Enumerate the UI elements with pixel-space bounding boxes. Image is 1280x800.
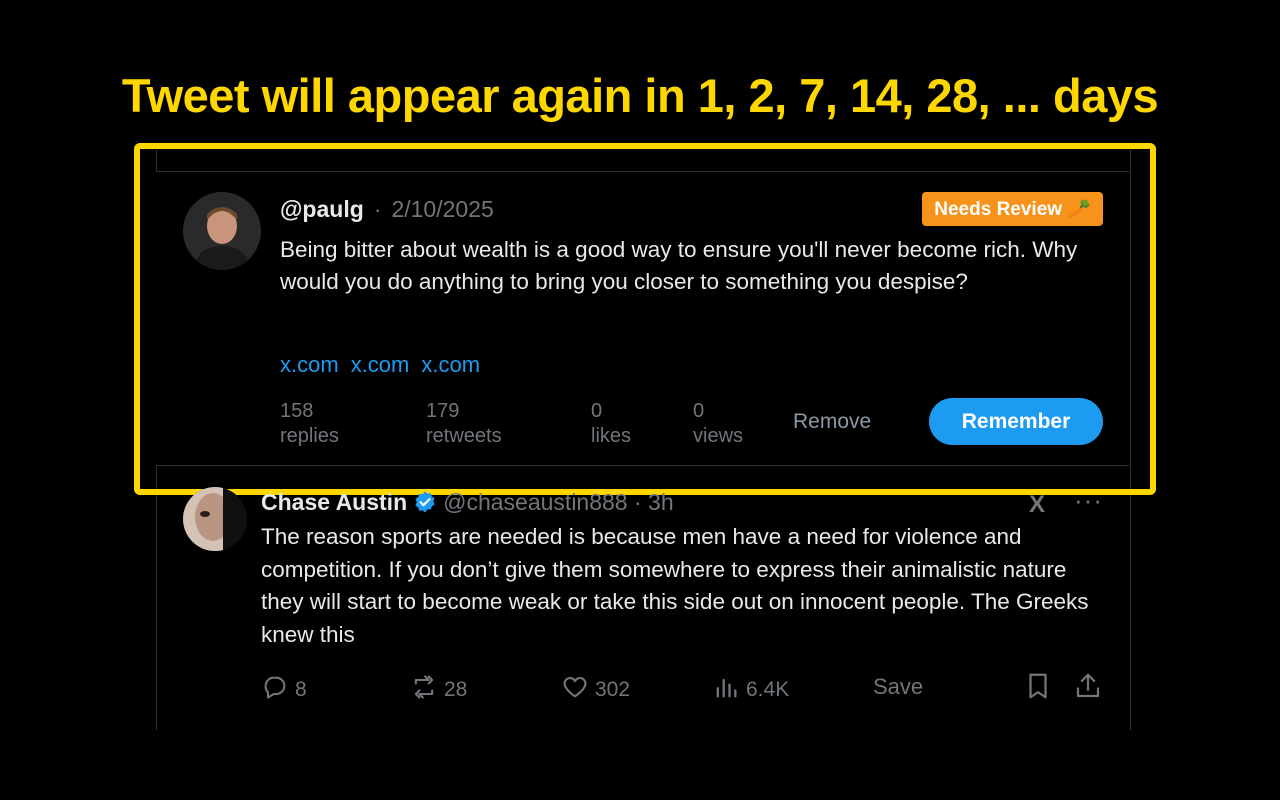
share-icon [1073, 671, 1109, 707]
tweet-header: Chase Austin @chaseaustin888 · 3h [261, 489, 674, 520]
author-name[interactable]: Chase Austin [261, 489, 407, 515]
avatar[interactable] [183, 487, 247, 551]
repost-count: 28 [444, 678, 468, 701]
reply-count: 8 [295, 678, 307, 701]
like-button[interactable]: 302 [561, 673, 630, 707]
views-count: 6.4K [746, 678, 790, 701]
like-count: 302 [595, 678, 631, 701]
bookmark-button[interactable] [1023, 671, 1059, 707]
views-button[interactable]: 6.4K [712, 673, 789, 707]
views-icon [712, 673, 746, 707]
like-icon [561, 673, 595, 707]
tweet-text: The reason sports are needed is because … [261, 524, 1089, 647]
bookmark-icon [1023, 671, 1059, 707]
headline: Tweet will appear again in 1, 2, 7, 14, … [121, 69, 1159, 122]
author-handle[interactable]: @chaseaustin888 [443, 489, 627, 515]
highlight-frame [134, 143, 1156, 495]
share-button[interactable] [1073, 671, 1109, 707]
more-options-icon[interactable]: ··· [1074, 485, 1103, 516]
reply-icon [261, 673, 295, 707]
feed-tweet[interactable]: Chase Austin @chaseaustin888 · 3h X ··· T… [156, 485, 1129, 722]
tweet-time: · 3h [634, 489, 674, 515]
reply-button[interactable]: 8 [261, 673, 307, 707]
save-button[interactable]: Save [873, 674, 923, 700]
verified-badge-icon [413, 490, 437, 520]
x-logo-icon: X [1029, 491, 1046, 518]
repost-icon [410, 673, 444, 707]
repost-button[interactable]: 28 [410, 673, 467, 707]
